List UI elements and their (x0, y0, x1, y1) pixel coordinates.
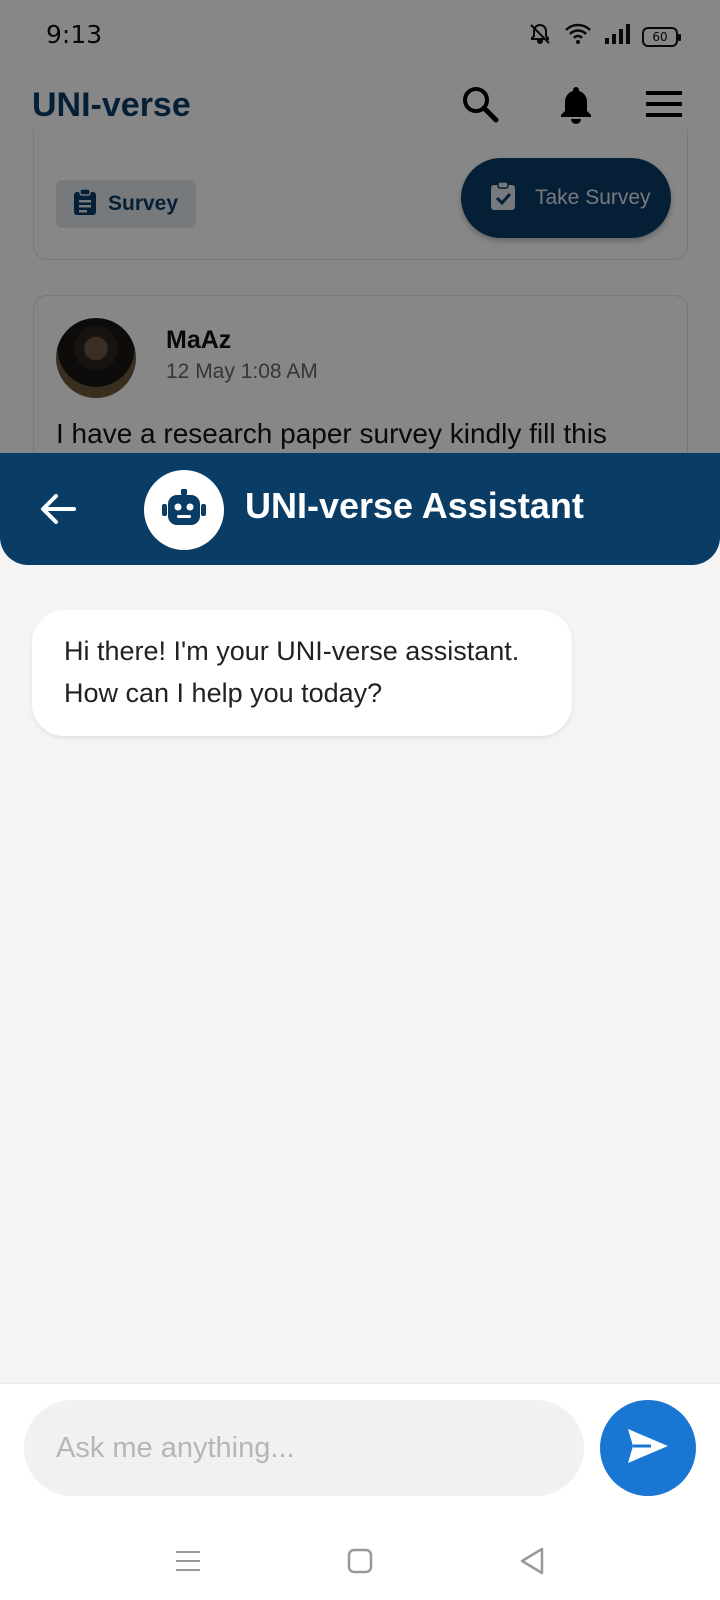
modal-scrim[interactable] (0, 0, 720, 460)
send-icon (625, 1426, 671, 1471)
nav-back-icon[interactable] (512, 1541, 552, 1581)
send-button[interactable] (600, 1400, 696, 1496)
chat-input-bar (0, 1383, 720, 1523)
background-page: 9:13 60 UNI-verse Survey Take Survey MaA… (0, 0, 720, 460)
chat-title: UNI-verse Assistant (245, 485, 584, 526)
back-arrow-icon[interactable] (36, 487, 80, 531)
chat-input[interactable] (24, 1400, 584, 1496)
chat-header: UNI-verse Assistant (0, 453, 720, 565)
system-nav-bar (0, 1523, 720, 1600)
assistant-avatar (144, 470, 224, 550)
nav-menu-icon[interactable] (168, 1541, 208, 1581)
assistant-message: Hi there! I'm your UNI-verse assistant. … (32, 610, 572, 736)
robot-icon (162, 488, 206, 533)
nav-home-icon[interactable] (340, 1541, 380, 1581)
